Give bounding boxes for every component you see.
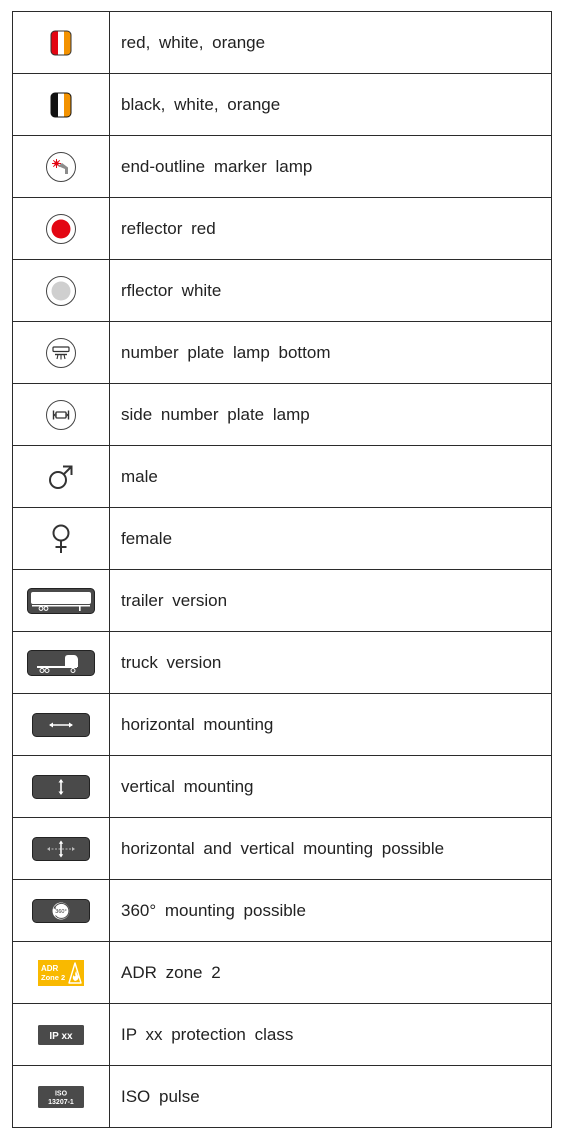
legend-row: female <box>12 507 552 570</box>
iso-pulse-icon: ISO 13207-1 <box>38 1085 84 1108</box>
side-number-plate-lamp-icon <box>45 399 77 431</box>
reflector-red-icon <box>45 213 77 245</box>
legend-label: side number plate lamp <box>109 383 552 446</box>
legend-label: number plate lamp bottom <box>109 321 552 384</box>
legend-row: vertical mounting <box>12 755 552 818</box>
symbol-legend-table: red, white, orange black, white, orange … <box>12 11 552 1128</box>
legend-label: reflector red <box>109 197 552 260</box>
horizontal-arrow-icon <box>32 712 90 737</box>
icon-cell <box>12 755 110 818</box>
legend-row: side number plate lamp <box>12 383 552 446</box>
legend-row: rflector white <box>12 259 552 322</box>
adr-zone-2-icon: ADR Zone 2 <box>38 959 84 986</box>
legend-row: number plate lamp bottom <box>12 321 552 384</box>
legend-label: ADR zone 2 <box>109 941 552 1004</box>
legend-label: rflector white <box>109 259 552 322</box>
black-white-orange-swatch-icon <box>50 92 72 118</box>
legend-label: end-outline marker lamp <box>109 135 552 198</box>
legend-row: IP xx IP xx protection class <box>12 1003 552 1066</box>
legend-label: IP xx protection class <box>109 1003 552 1066</box>
legend-label: female <box>109 507 552 570</box>
icon-cell <box>12 197 110 260</box>
legend-label: horizontal mounting <box>109 693 552 756</box>
ip-label: IP xx <box>49 1031 73 1042</box>
icon-cell: IP xx <box>12 1003 110 1066</box>
reflector-white-icon <box>45 275 77 307</box>
icon-cell <box>12 321 110 384</box>
icon-cell <box>12 569 110 632</box>
icon-cell <box>12 135 110 198</box>
icon-cell: ISO 13207-1 <box>12 1065 110 1128</box>
icon-cell: 360° <box>12 879 110 942</box>
legend-label: trailer version <box>109 569 552 632</box>
legend-row: trailer version <box>12 569 552 632</box>
icon-cell <box>12 259 110 322</box>
icon-cell <box>12 11 110 74</box>
icon-cell <box>12 631 110 694</box>
iso-number-label: 13207-1 <box>48 1099 74 1106</box>
truck-icon <box>27 649 95 676</box>
icon-cell <box>12 693 110 756</box>
iso-label: ISO <box>55 1090 68 1097</box>
legend-row: ADR Zone 2 ADR zone 2 <box>12 941 552 1004</box>
female-symbol-icon <box>49 523 73 555</box>
icon-cell: ADR Zone 2 <box>12 941 110 1004</box>
icon-cell <box>12 73 110 136</box>
legend-label: truck version <box>109 631 552 694</box>
legend-row: horizontal mounting <box>12 693 552 756</box>
adr-zone-label: Zone 2 <box>41 973 65 982</box>
legend-label: horizontal and vertical mounting possibl… <box>109 817 552 880</box>
legend-label: black, white, orange <box>109 73 552 136</box>
rotation-label: 360° <box>55 909 66 915</box>
icon-cell <box>12 383 110 446</box>
legend-label: vertical mounting <box>109 755 552 818</box>
trailer-icon <box>27 587 95 614</box>
icon-cell <box>12 445 110 508</box>
rotation-360-icon: 360° <box>32 898 90 923</box>
legend-row: end-outline marker lamp <box>12 135 552 198</box>
four-way-arrow-icon <box>32 836 90 861</box>
legend-row: ISO 13207-1 ISO pulse <box>12 1065 552 1128</box>
legend-label: red, white, orange <box>109 11 552 74</box>
legend-row: red, white, orange <box>12 11 552 74</box>
number-plate-lamp-bottom-icon <box>45 337 77 369</box>
legend-row: reflector red <box>12 197 552 260</box>
adr-label: ADR <box>41 964 59 973</box>
legend-row: truck version <box>12 631 552 694</box>
legend-row: male <box>12 445 552 508</box>
male-symbol-icon <box>46 462 76 492</box>
end-outline-marker-lamp-icon <box>45 151 77 183</box>
ip-class-icon: IP xx <box>38 1024 84 1045</box>
legend-label: 360° mounting possible <box>109 879 552 942</box>
vertical-arrow-icon <box>32 774 90 799</box>
legend-row: black, white, orange <box>12 73 552 136</box>
red-white-orange-swatch-icon <box>50 30 72 56</box>
legend-row: 360° 360° mounting possible <box>12 879 552 942</box>
icon-cell <box>12 507 110 570</box>
legend-label: male <box>109 445 552 508</box>
legend-row: horizontal and vertical mounting possibl… <box>12 817 552 880</box>
legend-label: ISO pulse <box>109 1065 552 1128</box>
icon-cell <box>12 817 110 880</box>
